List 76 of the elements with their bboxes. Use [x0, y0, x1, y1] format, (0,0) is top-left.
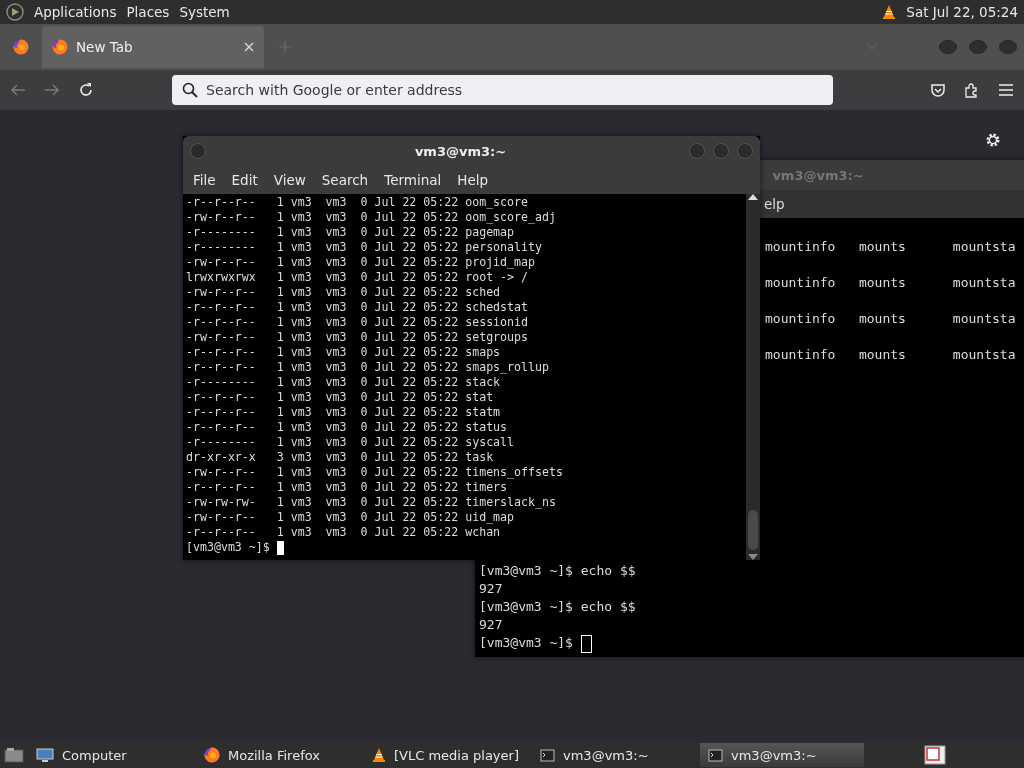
puzzle-piece-icon[interactable]	[964, 82, 980, 98]
show-desktop-icon[interactable]	[4, 746, 24, 764]
taskbar-button[interactable]: vm3@vm3:~	[700, 743, 864, 767]
address-bar[interactable]: Search with Google or enter address	[172, 75, 833, 105]
menu-item[interactable]: Applications	[34, 4, 117, 20]
terminal-line: -r-------- 1 vm3 vm3 0 Jul 22 05:22 personality	[186, 240, 543, 255]
terminal-line: -rw-r--r-- 1 vm3 vm3 0 Jul 22 05:22 oom_score_adj	[186, 210, 557, 225]
terminal-line: -r--r--r-- 1 vm3 vm3 0 Jul 22 05:22 smaps_rollup	[186, 360, 550, 375]
terminal-line: 927	[479, 580, 504, 598]
terminal-line: mountinfo mounts mountsta	[765, 310, 1016, 328]
browser-tab[interactable]: New Tab	[42, 26, 264, 68]
menu-item[interactable]: Help	[451, 170, 495, 190]
traffic-cone-icon	[372, 747, 386, 763]
back-arrow-icon[interactable]	[10, 83, 26, 97]
terminal-line: -rw-r--r-- 1 vm3 vm3 0 Jul 22 05:22 sched	[186, 285, 502, 300]
terminal-line: dr-xr-xr-x 3 vm3 vm3 0 Jul 22 05:22 task	[186, 450, 495, 465]
menu-item[interactable]: View	[267, 170, 312, 190]
taskbar-button[interactable]: [VLC media player]	[364, 743, 528, 767]
terminal-line: [vm3@vm3 ~]$	[186, 540, 743, 555]
terminal-line: -r--r--r-- 1 vm3 vm3 0 Jul 22 05:22 statm	[186, 405, 502, 420]
terminal-line: -r--r--r-- 1 vm3 vm3 0 Jul 22 05:22 smaps	[186, 345, 502, 360]
menu-item[interactable]: System	[179, 4, 230, 20]
forward-arrow-icon[interactable]	[44, 83, 60, 97]
terminal-line: -r--r--r-- 1 vm3 vm3 0 Jul 22 05:22 sessionid	[186, 315, 530, 330]
firefox-icon	[204, 747, 220, 763]
terminal-line: mountinfo mounts mountsta	[765, 238, 1016, 256]
terminal-line: -rw-r--r-- 1 vm3 vm3 0 Jul 22 05:22 timens_offsets	[186, 465, 564, 480]
terminal-line: -rw-r--r-- 1 vm3 vm3 0 Jul 22 05:22 uid_map	[186, 510, 516, 525]
scrollbar[interactable]	[746, 194, 760, 560]
terminal-line: -rw-r--r-- 1 vm3 vm3 0 Jul 22 05:22 projid_map	[186, 255, 536, 270]
menu-item[interactable]: Places	[126, 4, 170, 20]
menu-item[interactable]: elp	[758, 194, 791, 214]
down-arrow-icon[interactable]	[748, 554, 758, 560]
window-title: vm3@vm3:~	[413, 143, 508, 159]
terminal-line: -rw-rw-rw- 1 vm3 vm3 0 Jul 22 05:22 timerslack_ns	[186, 495, 557, 510]
menu-item[interactable]: File	[187, 170, 222, 190]
terminal-line: -r-------- 1 vm3 vm3 0 Jul 22 05:22 syscall	[186, 435, 516, 450]
terminal-line: [vm3@vm3 ~]$	[479, 634, 1024, 653]
menu-item[interactable]: Edit	[225, 170, 264, 190]
workspace-switcher-icon[interactable]	[924, 745, 946, 765]
up-arrow-icon[interactable]	[748, 194, 758, 200]
terminal-line: lrwxrwxrwx 1 vm3 vm3 0 Jul 22 05:22 root -> /	[186, 270, 530, 285]
menu-item[interactable]: Search	[315, 170, 375, 190]
terminal-line: [vm3@vm3 ~]$ echo $$	[479, 598, 637, 616]
monitor-icon	[36, 747, 54, 763]
terminal-line: -r--r--r-- 1 vm3 vm3 0 Jul 22 05:22 schedstat	[186, 300, 530, 315]
terminal-line: -r-------- 1 vm3 vm3 0 Jul 22 05:22 stack	[186, 375, 502, 390]
terminal-line: [vm3@vm3 ~]$ echo $$	[479, 562, 637, 580]
firefox-icon	[52, 39, 68, 55]
terminal-icon	[540, 747, 555, 763]
firefox-icon[interactable]	[13, 39, 29, 55]
menu-item[interactable]: Terminal	[378, 170, 448, 190]
taskbar-button[interactable]: Mozilla Firefox	[196, 743, 360, 767]
terminal-line: 927	[479, 616, 504, 634]
terminal-line: mountinfo mounts mountsta	[765, 274, 1016, 292]
settings-icon[interactable]	[985, 132, 1001, 148]
taskbar-button[interactable]: Computer	[28, 743, 192, 767]
terminal-line: -r--r--r-- 1 vm3 vm3 0 Jul 22 05:22 wchan	[186, 525, 502, 540]
scrollbar-thumb[interactable]	[748, 510, 758, 550]
terminal-line: mountinfo mounts mountsta	[765, 346, 1016, 364]
terminal-line: -r--r--r-- 1 vm3 vm3 0 Jul 22 05:22 stat	[186, 390, 495, 405]
terminal-line: -r--r--r-- 1 vm3 vm3 0 Jul 22 05:22 oom_score	[186, 195, 530, 210]
distro-logo-icon[interactable]	[6, 3, 24, 21]
traffic-cone-icon[interactable]	[882, 4, 897, 20]
terminal-icon	[708, 747, 723, 763]
terminal-line: -r-------- 1 vm3 vm3 0 Jul 22 05:22 pagemap	[186, 225, 516, 240]
close-icon[interactable]	[244, 42, 254, 52]
terminal-line: -r--r--r-- 1 vm3 vm3 0 Jul 22 05:22 timers	[186, 480, 509, 495]
window-title: vm3@vm3:~	[771, 167, 865, 183]
reload-icon[interactable]	[78, 82, 94, 98]
pocket-icon[interactable]	[930, 82, 946, 98]
clock[interactable]: Sat Jul 22, 05:24	[906, 4, 1018, 20]
terminal-line: -rw-r--r-- 1 vm3 vm3 0 Jul 22 05:22 setgroups	[186, 330, 530, 345]
taskbar-button[interactable]: vm3@vm3:~	[532, 743, 696, 767]
menu-icon[interactable]	[998, 83, 1014, 97]
terminal-line: -r--r--r-- 1 vm3 vm3 0 Jul 22 05:22 status	[186, 420, 509, 435]
